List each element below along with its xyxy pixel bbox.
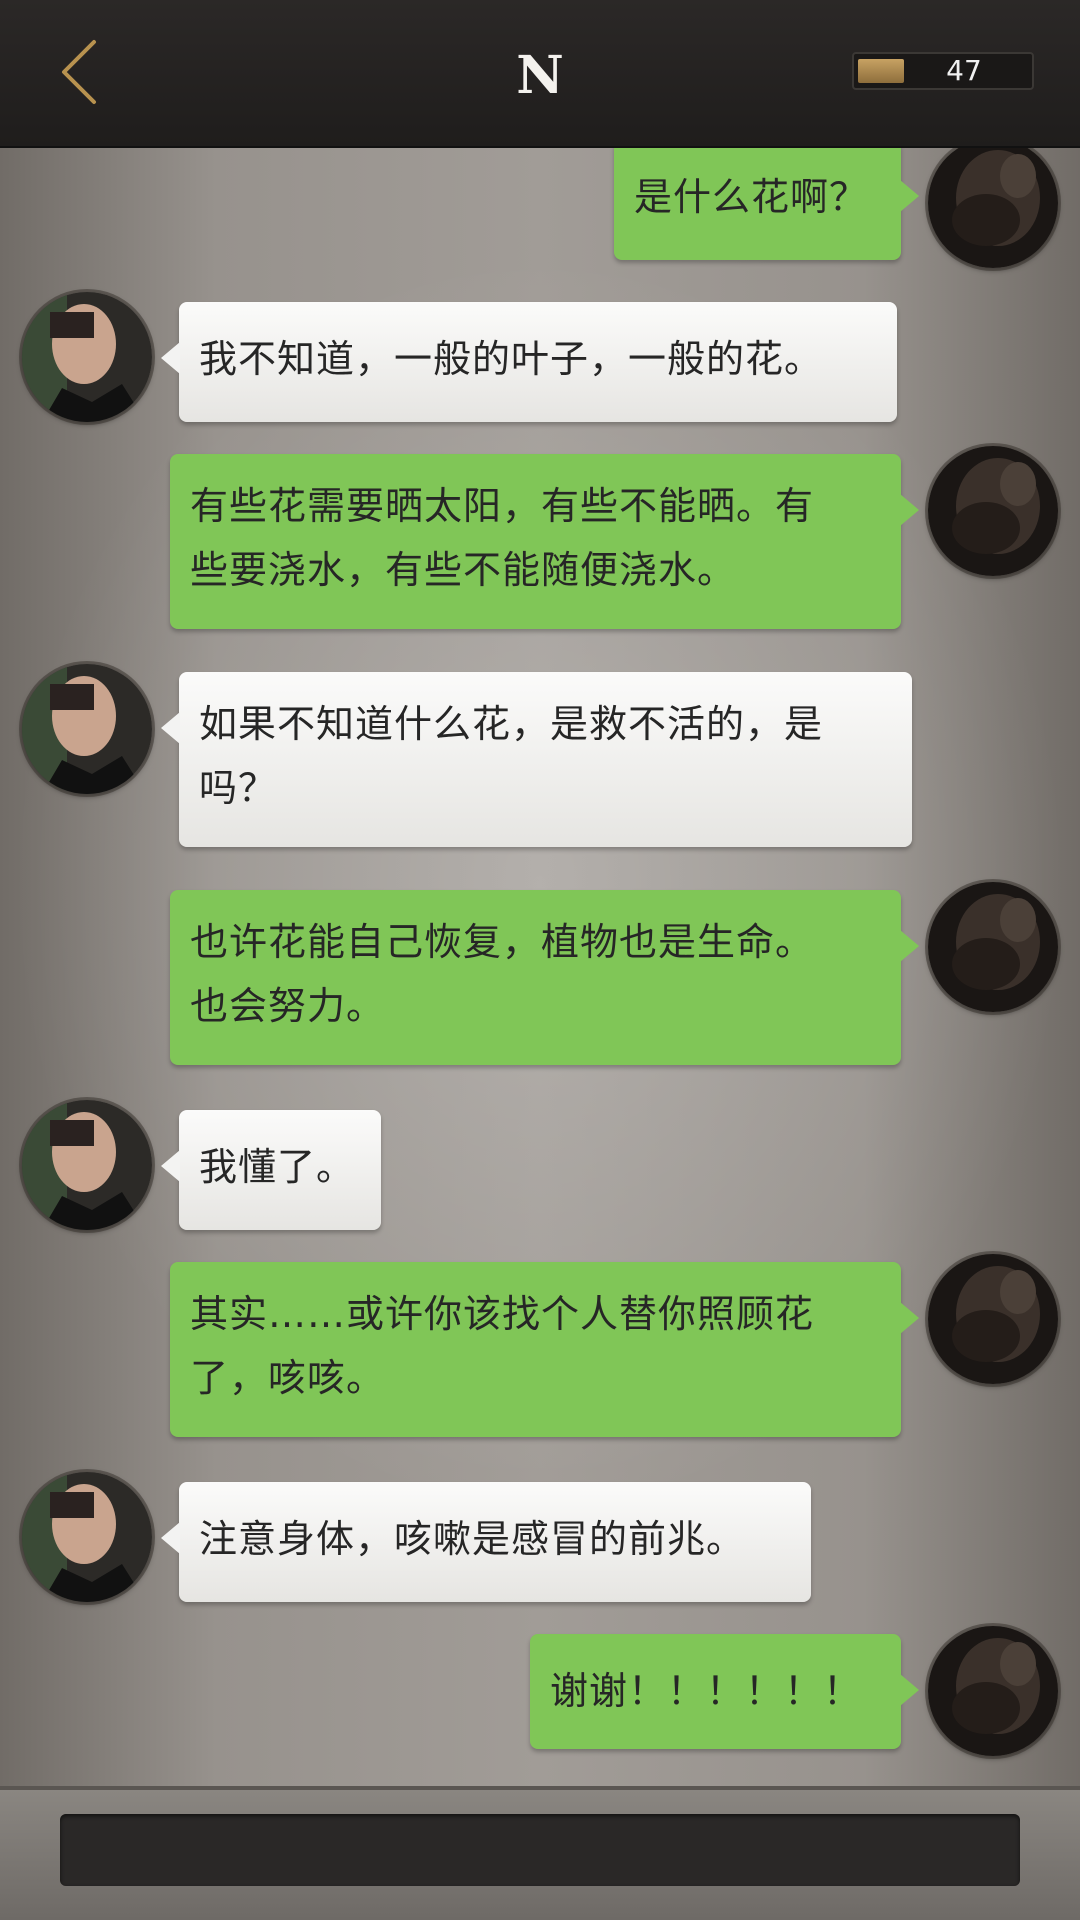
message-bubble: 其实……或许你该找个人替你照顾花 了，咳咳。 — [170, 1262, 919, 1437]
message-bubble: 有些花需要晒太阳，有些不能晒。有 些要浇水，有些不能随便浇水。 — [170, 454, 919, 629]
my-avatar[interactable] — [928, 1626, 1058, 1756]
my-avatar[interactable] — [928, 446, 1058, 576]
message-line: 如果不知道什么花，是救不活的，是 — [199, 702, 824, 746]
message-line: 我懂了。 — [199, 1145, 356, 1189]
message-line: 了，咳咳。 — [190, 1356, 386, 1400]
my-avatar[interactable] — [928, 882, 1058, 1012]
coin-icon — [858, 59, 904, 83]
contact-avatar[interactable] — [22, 664, 152, 794]
message-line: 吗？ — [199, 766, 278, 810]
message-line: 也会努力。 — [190, 984, 386, 1028]
message-input[interactable] — [60, 1814, 1020, 1886]
contact-avatar[interactable] — [22, 1100, 152, 1230]
message-bubble: 谢谢！！！！！！ — [530, 1634, 919, 1749]
message-line: 是什么花啊？ — [634, 175, 869, 219]
message-list[interactable]: 是什么花啊？ 我不知道，一般的叶子，一般的花。 有些花需要晒太阳，有些不能晒。有… — [0, 148, 1080, 1786]
message-line: 些要浇水，有些不能随便浇水。 — [190, 548, 737, 592]
message-bubble: 我懂了。 — [161, 1110, 381, 1230]
top-bar: N 47 — [0, 0, 1080, 148]
input-bar — [0, 1786, 1080, 1920]
coin-count: 47 — [946, 54, 982, 87]
message-bubble: 我不知道，一般的叶子，一般的花。 — [161, 302, 897, 422]
message-line: 我不知道，一般的叶子，一般的花。 — [199, 337, 824, 381]
contact-avatar[interactable] — [22, 1472, 152, 1602]
message-bubble: 注意身体，咳嗽是感冒的前兆。 — [161, 1482, 811, 1602]
message-line: 其实……或许你该找个人替你照顾花 — [190, 1292, 815, 1336]
coin-counter: 47 — [852, 52, 1034, 90]
message-line: 注意身体，咳嗽是感冒的前兆。 — [199, 1517, 746, 1561]
contact-avatar[interactable] — [22, 292, 152, 422]
message-bubble: 如果不知道什么花，是救不活的，是 吗？ — [161, 672, 912, 847]
message-bubble: 是什么花啊？ — [614, 148, 919, 260]
message-bubble: 也许花能自己恢复，植物也是生命。 也会努力。 — [170, 890, 919, 1065]
message-line: 也许花能自己恢复，植物也是生命。 — [190, 920, 815, 964]
my-avatar[interactable] — [928, 1254, 1058, 1384]
my-avatar[interactable] — [928, 148, 1058, 268]
message-line: 有些花需要晒太阳，有些不能晒。有 — [190, 484, 815, 528]
message-line: 谢谢！！！！！！ — [550, 1669, 863, 1713]
